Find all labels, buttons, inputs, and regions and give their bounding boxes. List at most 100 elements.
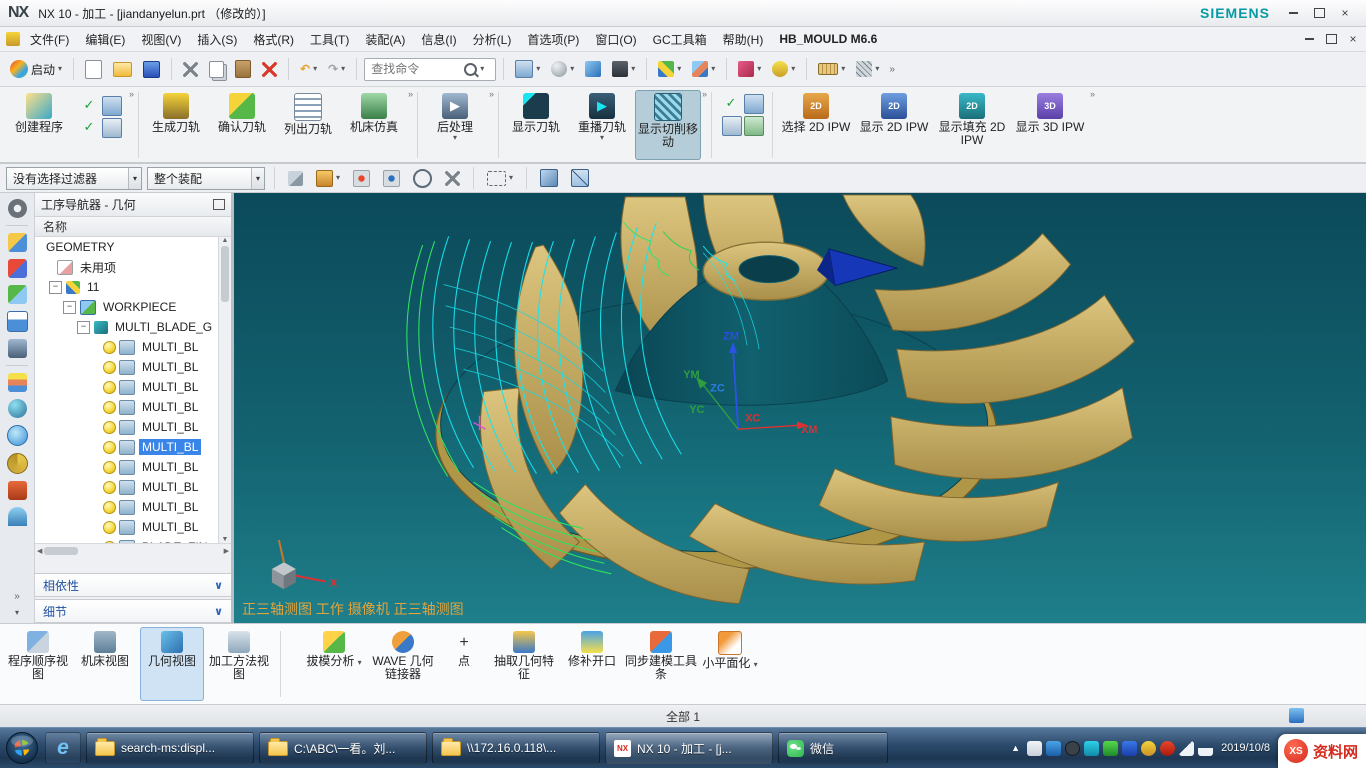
snap-end-button[interactable] <box>349 168 374 189</box>
group-overflow-icon[interactable]: » <box>1090 89 1095 99</box>
check2-small-button[interactable]: ✓ <box>80 118 98 136</box>
network-icon[interactable] <box>1198 741 1213 756</box>
start-menu-button[interactable]: 启动 ▾ <box>6 58 66 80</box>
selection-filter-dropdown[interactable]: 没有选择过滤器 ▾ <box>6 167 142 190</box>
operation-navigator-icon[interactable] <box>7 311 28 332</box>
geometry-view-button[interactable]: 几何视图 <box>140 627 204 701</box>
scroll-down-icon[interactable]: ▼ <box>222 536 229 543</box>
patch-opening-button[interactable]: 修补开口 <box>562 627 622 701</box>
snap-intersect-button[interactable] <box>441 169 464 188</box>
doc-close-button[interactable]: × <box>1342 31 1364 47</box>
grid-small-button[interactable] <box>102 118 122 138</box>
tree-item-operation[interactable]: MULTI_BL <box>35 497 231 517</box>
orient-view2-button[interactable]: ▾ <box>688 59 719 79</box>
tray-app-icon[interactable] <box>1065 741 1080 756</box>
show-hide-button[interactable]: ▾ <box>768 59 799 79</box>
menu-hb-mould[interactable]: HB_MOULD M6.6 <box>771 27 885 51</box>
web-browser-icon[interactable] <box>7 425 28 446</box>
taskbar-window-search[interactable]: search-ms:displ... <box>86 732 254 764</box>
menu-format[interactable]: 格式(R) <box>245 27 302 51</box>
machine-tool-navigator-icon[interactable] <box>8 339 27 358</box>
point-button[interactable]: + 点 <box>442 627 486 701</box>
snap-center-button[interactable] <box>409 167 436 190</box>
process-studio-icon[interactable] <box>8 481 27 500</box>
scroll-left-icon[interactable]: ◀ <box>37 547 42 555</box>
taskbar-window-wechat[interactable]: 微信 <box>778 732 888 764</box>
tree-item-operation[interactable]: MULTI_BL <box>35 397 231 417</box>
layer-small-button[interactable] <box>722 116 742 136</box>
scrollbar-thumb[interactable] <box>44 547 78 555</box>
tool-small-button[interactable] <box>102 96 122 116</box>
part-navigator-icon[interactable] <box>8 285 27 304</box>
close-button[interactable]: × <box>1332 4 1358 22</box>
snap-point-button[interactable]: ▾ <box>312 168 344 189</box>
collapse-icon[interactable]: − <box>63 301 76 314</box>
tray-app-icon[interactable] <box>1046 741 1061 756</box>
copy-button[interactable] <box>205 59 228 80</box>
internet-explorer-button[interactable]: e <box>45 732 81 764</box>
tree-item-unused[interactable]: 未用项 <box>35 257 231 277</box>
rectangle-select-button[interactable]: ▾ <box>483 169 517 188</box>
group-overflow-icon[interactable]: » <box>408 89 413 99</box>
orient-view-button[interactable]: ▾ <box>654 59 685 79</box>
list-toolpath-button[interactable]: 列出刀轨 <box>275 90 341 160</box>
snap-reset-button[interactable] <box>284 169 307 188</box>
tray-app-icon[interactable] <box>1160 741 1175 756</box>
group-overflow-icon[interactable]: » <box>702 89 707 99</box>
generate-toolpath-button[interactable]: 生成刀轨 <box>143 90 209 160</box>
paste-button[interactable] <box>231 58 255 80</box>
details-section[interactable]: 细节 ∨ <box>35 599 231 623</box>
shaded-view-button[interactable] <box>536 167 562 189</box>
tree-item-blade-finish[interactable]: BLADE_FIN <box>35 537 231 543</box>
collapse-icon[interactable]: − <box>49 281 62 294</box>
dependencies-section[interactable]: 相依性 ∨ <box>35 573 231 597</box>
scroll-right-icon[interactable]: ▶ <box>224 547 229 555</box>
machine-simulation-button[interactable]: 机床仿真 <box>341 90 407 160</box>
taskbar-window-network-share[interactable]: \\172.16.0.118\... <box>432 732 600 764</box>
ime-indicator-icon[interactable] <box>1027 741 1042 756</box>
facet-body-button[interactable]: 小平面化 ▾ <box>700 627 760 701</box>
start-button[interactable] <box>4 730 40 766</box>
delete-button[interactable] <box>258 60 281 79</box>
search-input[interactable] <box>369 61 461 77</box>
wireframe-view-button[interactable] <box>567 167 593 189</box>
taskbar-clock[interactable]: 2019/10/8 <box>1217 742 1274 755</box>
touch-mode-icon[interactable] <box>8 507 27 526</box>
group-overflow-icon[interactable]: » <box>489 89 494 99</box>
redo-button[interactable]: ↷▾ <box>324 60 349 78</box>
machine-tool-view-button[interactable]: 机床视图 <box>73 627 137 701</box>
tree-item-operation[interactable]: MULTI_BL <box>35 517 231 537</box>
menu-window[interactable]: 窗口(O) <box>587 27 644 51</box>
show-toolpath-button[interactable]: 显示刀轨 <box>503 90 569 160</box>
scroll-up-icon[interactable]: ▲ <box>222 237 229 244</box>
wave-geometry-linker-button[interactable]: WAVE 几何链接器 <box>367 627 439 701</box>
history-icon[interactable] <box>7 453 28 474</box>
menu-preferences[interactable]: 首选项(P) <box>519 27 587 51</box>
edit-object-display-button[interactable]: ▾ <box>734 59 765 79</box>
verify-toolpath-button[interactable]: 确认刀轨 <box>209 90 275 160</box>
menu-tools[interactable]: 工具(T) <box>302 27 357 51</box>
menu-insert[interactable]: 插入(S) <box>189 27 245 51</box>
reuse-library-icon[interactable] <box>8 373 27 392</box>
tray-app-icon[interactable] <box>1084 741 1099 756</box>
menu-analysis[interactable]: 分析(L) <box>465 27 520 51</box>
select-2d-ipw-button[interactable]: 2D 选择 2D IPW <box>777 90 855 160</box>
group-overflow-icon[interactable]: » <box>129 89 134 99</box>
show-2d-ipw-button[interactable]: 2D 显示 2D IPW <box>855 90 933 160</box>
tree-item-operation[interactable]: MULTI_BL <box>35 417 231 437</box>
assembly-navigator-icon[interactable] <box>8 233 27 252</box>
replay-toolpath-button[interactable]: ▶ 重播刀轨 ▾ <box>569 90 635 160</box>
tree-horizontal-scrollbar[interactable]: ◀ ▶ <box>35 543 231 557</box>
draft-analysis-button[interactable]: 拔模分析 ▾ <box>304 627 364 701</box>
render-style-button[interactable]: ▾ <box>547 59 578 79</box>
tree-item-operation[interactable]: MULTI_BL <box>35 337 231 357</box>
tray-expand-icon[interactable]: ▲ <box>1008 743 1023 753</box>
check-small-button[interactable]: ✓ <box>80 96 98 114</box>
tree-item-operation[interactable]: MULTI_BL <box>35 377 231 397</box>
volume-icon[interactable] <box>1179 741 1194 756</box>
minimize-button[interactable] <box>1280 4 1306 22</box>
tree-item-operation[interactable]: MULTI_BL <box>35 357 231 377</box>
tree-item-operation[interactable]: MULTI_BL <box>35 477 231 497</box>
taskbar-window-nx[interactable]: NX NX 10 - 加工 - [j... <box>605 732 773 764</box>
graphics-window[interactable]: ZM YM ZC YC XC XM X 正三轴测图 工作 摄像机 正三轴 <box>234 193 1366 623</box>
